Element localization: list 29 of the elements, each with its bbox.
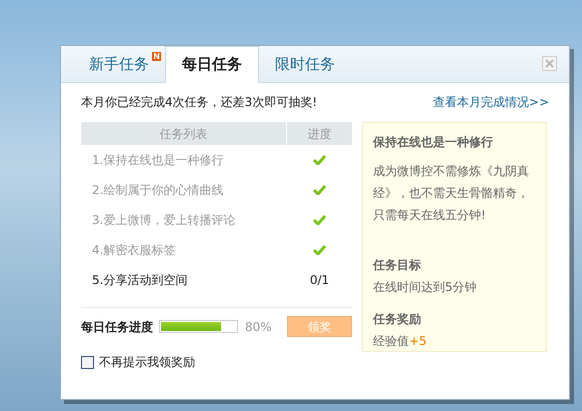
tab[interactable]: 限时任务: [259, 46, 351, 82]
checkbox-label: 不再提示我领奖励: [99, 354, 195, 371]
section-text: 经验值+5: [373, 333, 428, 350]
close-icon: [545, 59, 554, 68]
progress-count: 0/1: [310, 272, 330, 289]
check-icon: [313, 185, 326, 195]
tab[interactable]: 每日任务: [165, 46, 259, 83]
section-heading: 任务奖励: [373, 311, 422, 328]
progress-label: 每日任务进度: [81, 318, 153, 336]
task-name: 1.保持在线也是一种修行: [91, 152, 224, 169]
detail-title: 保持在线也是一种修行: [373, 134, 494, 151]
tab[interactable]: 新手任务 N: [73, 46, 165, 82]
new-badge: N: [152, 52, 161, 61]
check-icon: [313, 245, 326, 255]
checkbox[interactable]: [81, 356, 94, 368]
detail-description: 成为微博控不需修炼《九阴真经》，也不需天生骨骼精奇，只需每天在线五分钟!: [373, 163, 530, 224]
column-header: 进度: [287, 122, 352, 145]
task-name: 5.分享活动到空间: [91, 272, 188, 289]
monthly-report-link[interactable]: 查看本月完成情况>>: [432, 93, 549, 111]
task-name: 2.绘制属于你的心情曲线: [91, 182, 224, 199]
check-icon: [313, 155, 326, 165]
section-text: 在线时间达到5分钟: [373, 279, 478, 296]
task-name: 3.爱上微博，爱上转播评论: [91, 212, 236, 229]
summary-text: 本月你已经完成4次任务，还差3次即可抽奖!: [81, 94, 318, 111]
task-name: 4.解密衣服标签: [91, 242, 176, 259]
section-heading: 任务目标: [373, 257, 422, 274]
progress-reading: 80%: [245, 318, 272, 336]
check-icon: [313, 215, 326, 225]
column-header: 任务列表: [81, 122, 286, 145]
